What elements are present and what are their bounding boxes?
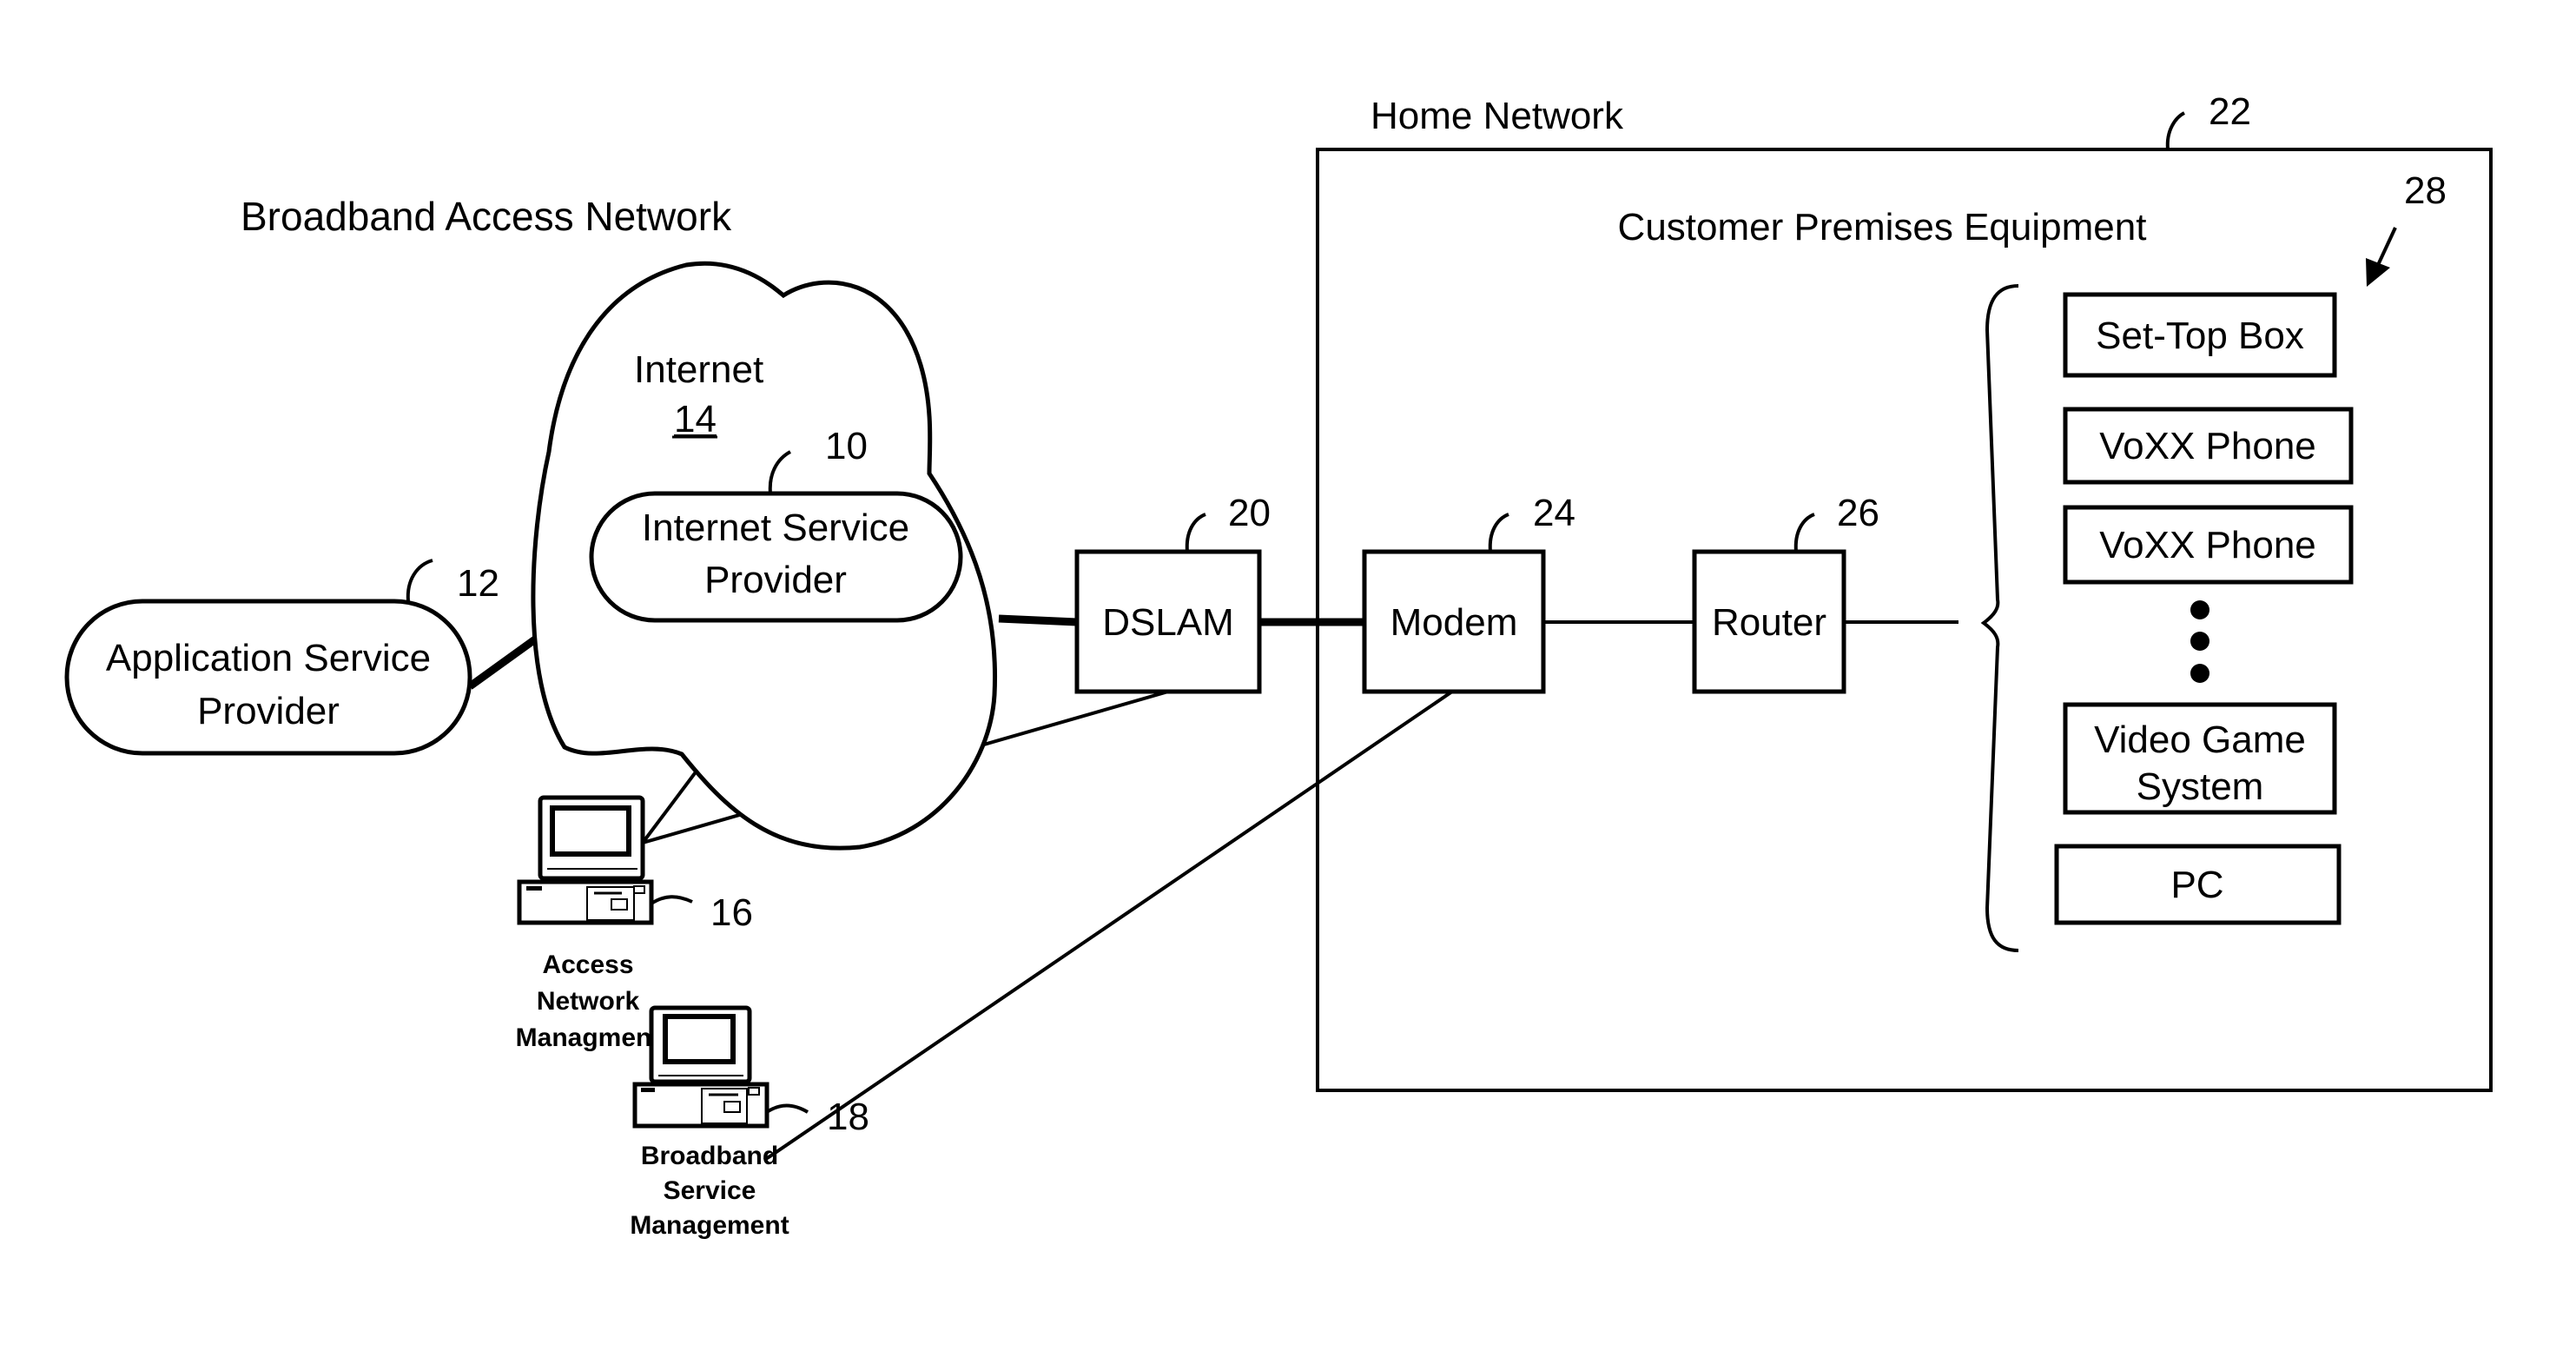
modem-ref-leader [1488, 513, 1509, 553]
access-mgmt-ref: 16 [710, 891, 753, 934]
router-label: Router [1712, 601, 1826, 644]
isp-label-line2: Provider [704, 559, 847, 601]
ellipsis-dot-1 [2190, 600, 2209, 619]
home-network-ref-leader [2165, 111, 2186, 150]
dslam-ref: 20 [1228, 492, 1271, 534]
device-voxx-phone-2-label: VoXX Phone [2099, 524, 2316, 566]
home-network-ref: 22 [2209, 90, 2251, 133]
device-set-top-box-label: Set-Top Box [2096, 315, 2304, 357]
device-pc-label: PC [2170, 864, 2223, 906]
cpe-ref: 28 [2404, 169, 2447, 212]
computer-icon-broadband-mgmt [632, 1005, 769, 1129]
device-video-game-system-line2: System [2137, 765, 2264, 808]
access-mgmt-line2: Network [537, 987, 640, 1016]
ellipsis-dot-3 [2190, 664, 2209, 683]
ellipsis-dot-2 [2190, 632, 2209, 651]
broadband-mgmt-ref: 18 [827, 1096, 869, 1138]
isp-label-line1: Internet Service [642, 507, 909, 549]
cpe-ref-arrow-shaft [2376, 227, 2397, 266]
home-network-title: Home Network [1371, 95, 1624, 137]
access-mgmt-ref-leader [650, 895, 693, 905]
broadband-mgmt-line2: Service [664, 1176, 756, 1205]
cpe-brace [1980, 284, 2019, 952]
network-diagram: Broadband Access Network Internet 14 Int… [64, 90, 2493, 1240]
link-internet-dslam [998, 614, 1078, 626]
internet-label: Internet [634, 348, 763, 391]
modem-label: Modem [1390, 601, 1518, 644]
broadband-mgmt-line3: Management [630, 1211, 789, 1240]
device-video-game-system-line1: Video Game [2094, 719, 2306, 761]
access-network-title: Broadband Access Network [241, 194, 732, 239]
asp-ref-leader [406, 559, 433, 602]
device-voxx-phone-1-label: VoXX Phone [2099, 425, 2316, 467]
broadband-mgmt-line1: Broadband [641, 1142, 778, 1170]
asp-ref: 12 [457, 562, 499, 605]
broadband-mgmt-ref-leader [765, 1103, 809, 1114]
access-mgmt-line3: Managment [516, 1023, 661, 1052]
computer-icon-access-mgmt [517, 795, 654, 925]
dslam-ref-leader [1185, 513, 1206, 553]
internet-ref: 14 [674, 398, 717, 440]
router-ref-leader [1793, 513, 1815, 553]
isp-ref: 10 [825, 425, 868, 467]
router-ref: 26 [1837, 492, 1879, 534]
asp-label-line2: Provider [197, 690, 340, 732]
dslam-label: DSLAM [1102, 601, 1234, 644]
cpe-title: Customer Premises Equipment [1618, 206, 2147, 248]
asp-label-line1: Application Service [106, 637, 431, 679]
access-mgmt-line1: Access [542, 950, 633, 979]
modem-ref: 24 [1533, 492, 1575, 534]
